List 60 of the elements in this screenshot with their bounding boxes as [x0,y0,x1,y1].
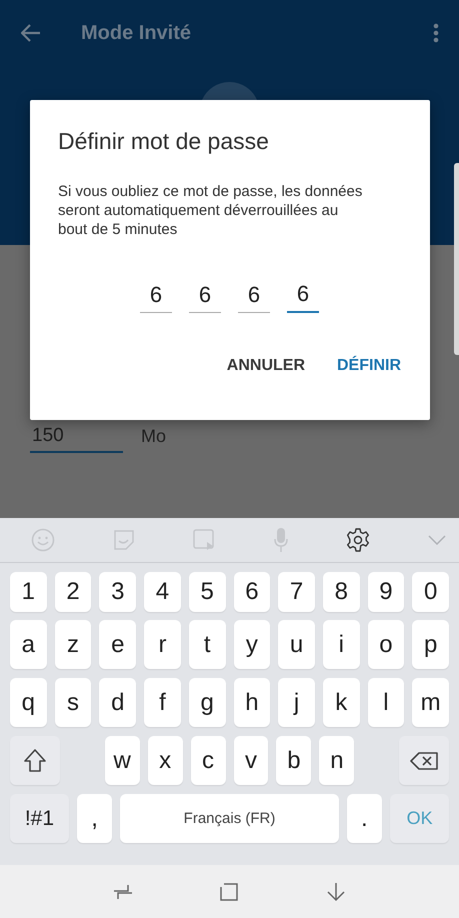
keyboard-key[interactable]: q [10,678,47,727]
keyboard-key[interactable]: x [148,736,183,785]
keyboard-key[interactable]: g [188,678,226,727]
pin-digit-field[interactable]: 6 [140,281,172,313]
keyboard-key[interactable]: r [144,620,181,669]
settings-icon[interactable] [346,528,370,552]
keyboard-key[interactable]: 3 [99,572,136,612]
symbols-key[interactable]: !#1 [10,794,69,843]
backspace-icon [410,752,438,770]
keyboard-key[interactable]: 9 [368,572,404,612]
keyboard-key[interactable]: l [368,678,404,727]
pin-digit-field[interactable]: 6 [238,281,270,313]
keyboard-key[interactable]: c [190,736,226,785]
keyboard-key[interactable]: s [54,678,92,727]
pin-digit-field[interactable]: 6 [287,281,319,313]
keyboard-key[interactable]: k [322,678,360,727]
back-icon[interactable] [326,882,346,902]
keyboard-key[interactable]: j [278,678,315,727]
shift-icon [24,748,46,772]
home-icon[interactable] [219,882,240,902]
back-icon[interactable] [21,24,41,42]
keyboard-key[interactable]: t [188,620,226,669]
keyboard-key[interactable]: n [319,736,354,785]
keyboard-key[interactable]: o [368,620,404,669]
dialog-message: Si vous oubliez ce mot de passe, les données seront automatiquement déverrouillées au bout de 5 minutes [58,182,363,239]
keyboard-key[interactable]: z [54,620,92,669]
keyboard-key[interactable]: . [346,794,382,843]
unit-label: Mo [141,426,166,448]
keyboard-key[interactable]: 0 [412,572,450,612]
keyboard-key[interactable]: v [234,736,268,785]
shift-key[interactable] [10,736,60,785]
keyboard-key[interactable]: d [99,678,136,727]
keyboard-key[interactable]: 2 [54,572,92,612]
define-button[interactable]: DÉFINIR [333,353,405,379]
keyboard-key[interactable]: f [144,678,181,727]
backspace-key[interactable] [398,736,449,785]
keyboard-key[interactable]: 8 [322,572,360,612]
space-key[interactable]: Français (FR) [120,794,339,843]
keyboard-key[interactable]: 5 [188,572,226,612]
cancel-button[interactable]: ANNULER [222,353,309,379]
more-options-icon[interactable] [433,23,439,43]
keyboard-key[interactable]: u [278,620,315,669]
keyboard-key[interactable]: 1 [10,572,47,612]
keyboard-key[interactable]: w [104,736,140,785]
keyboard-key[interactable]: e [99,620,136,669]
pin-digit-field[interactable]: 6 [189,281,221,313]
keyboard-key[interactable]: a [10,620,47,669]
keyboard-key[interactable]: 7 [278,572,315,612]
keyboard-key[interactable]: m [412,678,450,727]
keyboard-key[interactable]: 6 [234,572,270,612]
keyboard-key[interactable]: i [322,620,360,669]
keyboard-key[interactable]: , [76,794,112,843]
dialog-title: Définir mot de passe [58,127,270,155]
keyboard-key[interactable]: b [276,736,312,785]
avatar-icon [202,82,257,100]
keyboard-key[interactable]: p [412,620,450,669]
keyboard-key[interactable]: h [234,678,270,727]
keyboard-key[interactable]: y [234,620,270,669]
screen-title: Mode Invité [81,21,192,46]
keyboard-key[interactable]: 4 [144,572,181,612]
